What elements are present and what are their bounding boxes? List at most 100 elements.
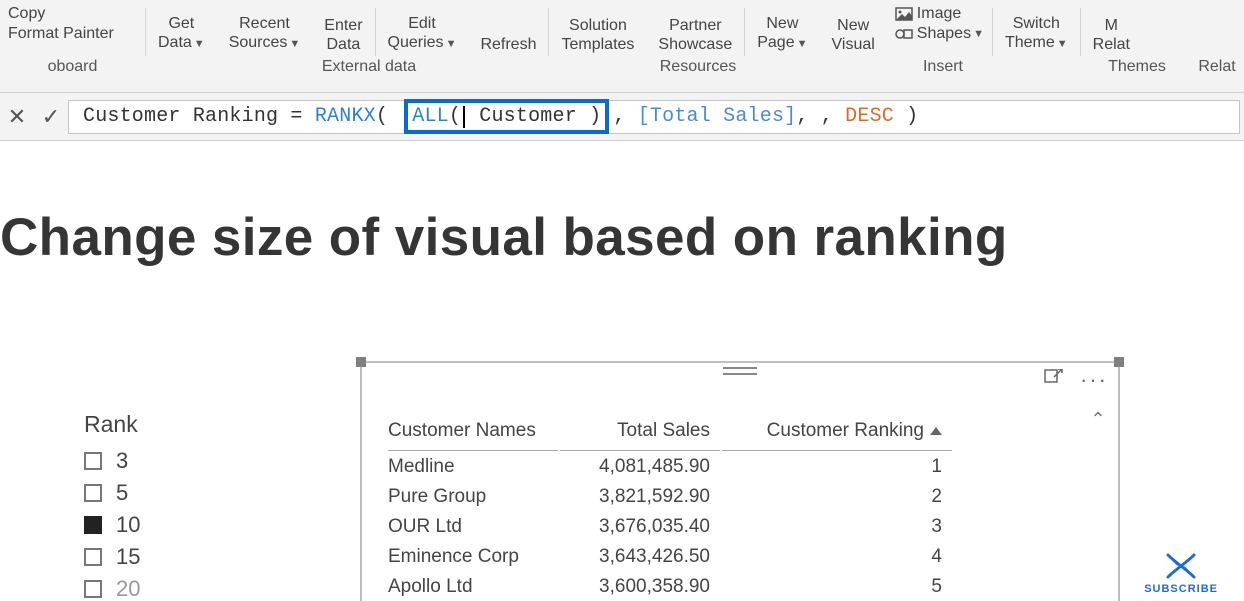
copy-button[interactable]: Copy: [8, 4, 45, 24]
formula-measure: [Total Sales]: [638, 105, 797, 128]
visual-options-button[interactable]: ···: [1080, 367, 1108, 393]
table-row[interactable]: Apollo Ltd3,600,358.905: [388, 573, 952, 601]
focus-mode-button[interactable]: [1044, 369, 1064, 392]
formula-input[interactable]: Customer Ranking = RANKX ( ALL ( Custome…: [68, 100, 1240, 134]
formula-sep2: , ,: [796, 105, 845, 128]
rank-slicer-item[interactable]: 15: [84, 544, 140, 570]
new-visual-button[interactable]: New Visual: [824, 4, 883, 54]
resize-handle[interactable]: [1114, 357, 1124, 367]
manage-relationships-button[interactable]: M Relat: [1085, 4, 1138, 54]
cell-name: Pure Group: [388, 483, 558, 511]
group-label-themes: Themes: [1083, 58, 1191, 84]
checkbox-icon[interactable]: [84, 452, 102, 470]
checkbox-icon[interactable]: [84, 580, 102, 598]
rank-slicer-label: 20: [116, 576, 140, 601]
shapes-icon: [895, 27, 913, 41]
cell-sales: 3,600,358.90: [560, 573, 720, 601]
col-header-name[interactable]: Customer Names: [388, 417, 558, 451]
solution-templates-button[interactable]: Solution Templates: [553, 4, 642, 54]
group-label-relationships: Relat: [1191, 58, 1243, 84]
cell-rank: 2: [722, 483, 952, 511]
rank-slicer-item[interactable]: 10: [84, 512, 140, 538]
clipboard-group: Copy Format Painter: [0, 4, 145, 44]
rank-slicer-item[interactable]: 20: [84, 576, 140, 601]
image-button[interactable]: Image: [895, 4, 961, 24]
new-page-button[interactable]: New Page▼: [749, 4, 815, 54]
image-icon: [895, 7, 913, 21]
rank-slicer[interactable]: Rank 3 5 10 15 20: [84, 411, 140, 601]
formula-fn-all: ALL: [412, 105, 449, 128]
table-row[interactable]: OUR Ltd3,676,035.403: [388, 513, 952, 541]
report-canvas[interactable]: Change size of visual based on ranking R…: [0, 141, 1244, 601]
cell-rank: 1: [722, 453, 952, 481]
subscribe-badge[interactable]: SUBSCRIBE: [1144, 551, 1218, 595]
cell-sales: 3,676,035.40: [560, 513, 720, 541]
group-label-clipboard: oboard: [0, 58, 145, 84]
group-label-insert: Insert: [803, 58, 1083, 84]
text-cursor-icon: [463, 106, 465, 128]
formula-commit-button[interactable]: ✓: [34, 104, 68, 130]
page-title: Change size of visual based on ranking: [0, 207, 1008, 268]
rank-slicer-item[interactable]: 5: [84, 480, 140, 506]
formula-sep: ,: [613, 105, 637, 128]
switch-theme-button[interactable]: Switch Theme▼: [997, 4, 1076, 54]
rank-slicer-label: 15: [116, 544, 140, 570]
vertical-scrollbar[interactable]: ⌃: [1088, 409, 1108, 601]
formula-all-close: ): [589, 105, 601, 128]
formula-all-arg: Customer: [467, 105, 589, 128]
table-row[interactable]: Medline4,081,485.901: [388, 453, 952, 481]
rank-slicer-label: 5: [116, 480, 128, 506]
recent-sources-button[interactable]: Recent Sources▼: [221, 4, 309, 54]
rank-slicer-item[interactable]: 3: [84, 448, 140, 474]
partner-showcase-button[interactable]: Partner Showcase: [650, 4, 740, 54]
shapes-cluster: Image Shapes▼: [887, 4, 992, 44]
edit-queries-button[interactable]: Edit Queries▼: [380, 4, 465, 54]
focus-mode-icon: [1044, 369, 1064, 387]
formula-highlight-all: ALL ( Customer ): [404, 99, 609, 134]
cell-rank: 4: [722, 543, 952, 571]
scroll-up-icon[interactable]: ⌃: [1090, 409, 1105, 430]
rank-slicer-title: Rank: [84, 411, 140, 438]
table-row[interactable]: Eminence Corp3,643,426.504: [388, 543, 952, 571]
checkbox-icon[interactable]: [84, 516, 102, 534]
checkbox-icon[interactable]: [84, 484, 102, 502]
formula-paren-open: (: [376, 105, 400, 128]
col-header-rank[interactable]: Customer Ranking: [722, 417, 952, 451]
data-table: Customer Names Total Sales Customer Rank…: [386, 415, 954, 601]
cell-rank: 3: [722, 513, 952, 541]
visual-header: ···: [1044, 367, 1108, 393]
formula-cancel-button[interactable]: ✕: [0, 104, 34, 130]
format-painter-button[interactable]: Format Painter: [8, 24, 114, 44]
shapes-button[interactable]: Shapes▼: [895, 24, 984, 44]
cell-name: Medline: [388, 453, 558, 481]
table-visual[interactable]: ··· Customer Names Total Sales Customer …: [360, 361, 1120, 601]
refresh-button[interactable]: Refresh: [472, 4, 544, 54]
subscribe-label: SUBSCRIBE: [1144, 583, 1218, 595]
group-label-resources: Resources: [593, 58, 803, 84]
drag-grip-icon[interactable]: [723, 367, 757, 375]
rank-slicer-items: 3 5 10 15 20: [84, 448, 140, 601]
sort-asc-icon: [930, 427, 942, 435]
resize-handle[interactable]: [356, 357, 366, 367]
cell-name: OUR Ltd: [388, 513, 558, 541]
formula-all-open: (: [449, 105, 461, 128]
checkbox-icon[interactable]: [84, 548, 102, 566]
group-label-external-data: External data: [145, 58, 593, 84]
dna-icon: [1164, 551, 1198, 581]
get-data-button[interactable]: Get Data▼: [150, 4, 213, 54]
rank-slicer-label: 10: [116, 512, 140, 538]
enter-data-button[interactable]: Enter Data: [316, 4, 370, 54]
ribbon-group-labels: oboard External data Resources Insert Th…: [0, 58, 1244, 84]
cell-sales: 4,081,485.90: [560, 453, 720, 481]
formula-desc: DESC: [845, 105, 894, 128]
cell-sales: 3,643,426.50: [560, 543, 720, 571]
formula-prefix: Customer Ranking =: [83, 105, 315, 128]
cell-sales: 3,821,592.90: [560, 483, 720, 511]
cell-name: Apollo Ltd: [388, 573, 558, 601]
col-header-sales[interactable]: Total Sales: [560, 417, 720, 451]
ribbon: Copy Format Painter Get Data▼ Recent Sou…: [0, 0, 1244, 93]
table-row[interactable]: Pure Group3,821,592.902: [388, 483, 952, 511]
formula-close: ): [894, 105, 918, 128]
cell-name: Eminence Corp: [388, 543, 558, 571]
formula-fn-rankx: RANKX: [315, 105, 376, 128]
